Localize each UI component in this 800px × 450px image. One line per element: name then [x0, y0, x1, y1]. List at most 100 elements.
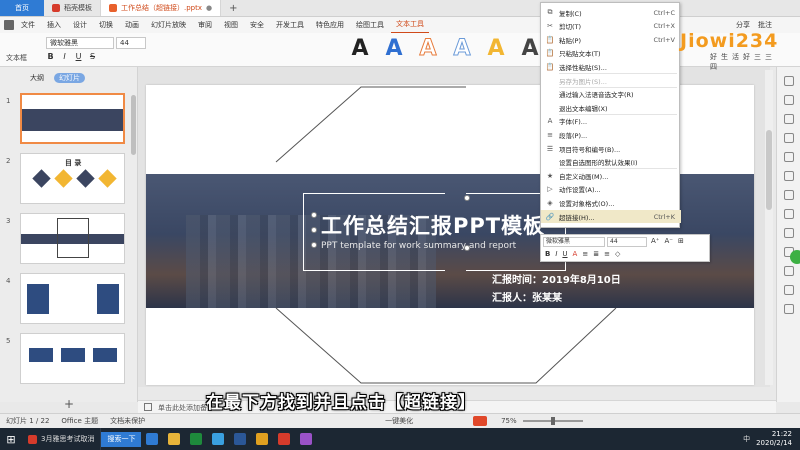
- sidebar-tool-icon[interactable]: [783, 209, 794, 219]
- sidebar-tool-icon[interactable]: [783, 95, 794, 105]
- protect-status[interactable]: 文档未保护: [110, 416, 145, 426]
- start-icon[interactable]: ⊞: [0, 428, 22, 450]
- menu-view[interactable]: 视图: [219, 17, 243, 33]
- wordart-style-2[interactable]: A: [382, 36, 406, 62]
- menu-item-exit-edit[interactable]: 退出文本编辑(X): [541, 101, 681, 114]
- font-size-select[interactable]: 44: [116, 37, 146, 49]
- new-tab-button[interactable]: +: [221, 0, 245, 16]
- panel-scrollbar[interactable]: [131, 95, 136, 155]
- ime-indicator[interactable]: 中: [743, 434, 750, 444]
- add-slide-button[interactable]: +: [64, 397, 74, 411]
- folder-icon[interactable]: [163, 428, 185, 450]
- menu-file[interactable]: 文件: [16, 17, 40, 33]
- menu-features[interactable]: 特色应用: [311, 17, 349, 33]
- mini-font-select[interactable]: 微软雅黑: [543, 237, 605, 247]
- slide-subtitle[interactable]: PPT template for work summary and report: [321, 241, 516, 251]
- play-slideshow-icon[interactable]: [473, 416, 488, 426]
- sidebar-tool-icon[interactable]: [783, 228, 794, 238]
- app-icon[interactable]: [295, 428, 317, 450]
- mini-shape-button[interactable]: ◇: [615, 250, 620, 258]
- menu-animation[interactable]: 动画: [120, 17, 144, 33]
- mini-italic-button[interactable]: I: [555, 250, 557, 258]
- wordart-style-3[interactable]: A: [416, 36, 440, 62]
- italic-button[interactable]: I: [60, 52, 69, 61]
- menu-insert[interactable]: 插入: [42, 17, 66, 33]
- slide-thumb-4[interactable]: [20, 273, 125, 324]
- slide-thumb-2[interactable]: 目 录: [20, 153, 125, 204]
- mini-align-center-button[interactable]: ≣: [593, 250, 599, 258]
- menu-icon[interactable]: [4, 20, 14, 30]
- menu-item-bullet[interactable]: ☰ 项目符号和编号(B)...: [541, 142, 681, 155]
- slide-thumb-3[interactable]: [20, 213, 125, 264]
- sidebar-tool-icon[interactable]: [783, 190, 794, 200]
- textbox-button[interactable]: 文本框: [6, 53, 27, 63]
- sidebar-tool-icon[interactable]: [783, 285, 794, 295]
- bold-button[interactable]: B: [46, 52, 55, 61]
- menu-item-paste[interactable]: 📋 粘贴(P) Ctrl+V: [541, 33, 681, 46]
- tab-slides[interactable]: 幻灯片: [54, 73, 85, 83]
- mini-size-select[interactable]: 44: [607, 237, 647, 247]
- sidebar-tool-icon[interactable]: [783, 171, 794, 181]
- wordart-style-4[interactable]: A: [450, 36, 474, 62]
- ie-icon[interactable]: [141, 428, 163, 450]
- menu-item-paste-text[interactable]: 📋 只粘贴文本(T): [541, 47, 681, 60]
- slide-thumb-1[interactable]: [20, 93, 125, 144]
- beautify-button[interactable]: 一键美化: [385, 416, 413, 426]
- menu-security[interactable]: 安全: [245, 17, 269, 33]
- canvas-scrollbar[interactable]: [765, 70, 773, 385]
- chrome-icon[interactable]: [251, 428, 273, 450]
- menu-item-animation[interactable]: ★ 自定义动画(M)...: [541, 169, 681, 182]
- clock[interactable]: 21:22 2020/2/14: [756, 430, 800, 448]
- mini-align-left-button[interactable]: ≡: [582, 250, 588, 258]
- menu-item-paste-special[interactable]: 📋 选择性粘贴(S)...: [541, 60, 681, 73]
- rotate-handle[interactable]: [464, 195, 470, 201]
- assistant-icon[interactable]: [790, 250, 800, 264]
- sidebar-tool-icon[interactable]: [783, 133, 794, 143]
- resize-handle[interactable]: [311, 227, 317, 233]
- report-date[interactable]: 汇报时间：2019年8月10日: [492, 271, 621, 286]
- menu-item-cut[interactable]: ✂ 剪切(T) Ctrl+X: [541, 20, 681, 33]
- mini-font-color-button[interactable]: A: [573, 250, 578, 258]
- home-tab[interactable]: 首页: [0, 0, 44, 16]
- sidebar-tool-icon[interactable]: [783, 76, 794, 86]
- menu-drawing-tools[interactable]: 绘图工具: [351, 17, 389, 33]
- menu-item-default-effect[interactable]: 设置自选图形的默认效果(I): [541, 156, 681, 169]
- wps-icon[interactable]: [273, 428, 295, 450]
- menu-item-font[interactable]: A 字体(F)...: [541, 115, 681, 128]
- menu-item-action[interactable]: ▷ 动作设置(A)...: [541, 183, 681, 196]
- wordart-style-1[interactable]: A: [348, 36, 372, 62]
- menu-item-paragraph[interactable]: ≡ 段落(P)...: [541, 128, 681, 141]
- taskbar-item-news[interactable]: 3月雅思考试取消: [22, 428, 102, 450]
- zoom-slider[interactable]: [522, 417, 583, 425]
- slide-title[interactable]: 工作总结汇报PPT模板: [321, 210, 545, 240]
- sidebar-tool-icon[interactable]: [783, 114, 794, 124]
- cloud-icon[interactable]: [207, 428, 229, 450]
- sidebar-tool-icon[interactable]: [783, 152, 794, 162]
- search-button[interactable]: 搜索一下: [101, 431, 142, 447]
- close-tab-icon[interactable]: ●: [206, 4, 212, 12]
- menu-item-object-format[interactable]: ◈ 设置对象格式(O)...: [541, 196, 681, 209]
- menu-review[interactable]: 审阅: [193, 17, 217, 33]
- slide-thumb-5[interactable]: [20, 333, 125, 384]
- zoom-level[interactable]: 75%: [501, 417, 517, 425]
- menu-slideshow[interactable]: 幻灯片放映: [146, 17, 191, 33]
- reporter[interactable]: 汇报人：张某某: [492, 289, 562, 304]
- sidebar-tool-icon[interactable]: [783, 266, 794, 276]
- underline-button[interactable]: U: [74, 52, 83, 61]
- resize-handle[interactable]: [464, 245, 470, 251]
- mini-underline-button[interactable]: U: [562, 250, 567, 258]
- grow-font-button[interactable]: A⁺: [651, 237, 659, 245]
- sidebar-tool-icon[interactable]: [783, 304, 794, 314]
- menu-transition[interactable]: 切换: [94, 17, 118, 33]
- resize-handle[interactable]: [311, 212, 317, 218]
- mini-bold-button[interactable]: B: [545, 250, 550, 258]
- mini-align-right-button[interactable]: ≡: [604, 250, 610, 258]
- strike-button[interactable]: S: [88, 52, 97, 61]
- menu-item-hyperlink[interactable]: 🔗 超链接(H)... Ctrl+K: [541, 210, 681, 223]
- menu-item-copy[interactable]: ⧉ 复制(C) Ctrl+C: [541, 6, 681, 19]
- menu-design[interactable]: 设计: [68, 17, 92, 33]
- word-icon[interactable]: [229, 428, 251, 450]
- menu-text-tools[interactable]: 文本工具: [391, 16, 429, 34]
- excel-icon[interactable]: [185, 428, 207, 450]
- menu-developer[interactable]: 开发工具: [271, 17, 309, 33]
